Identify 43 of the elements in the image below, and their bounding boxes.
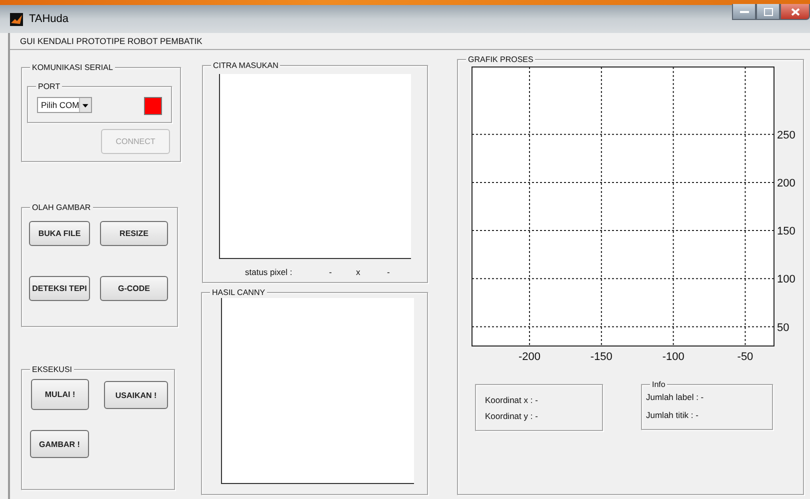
status-separator: x	[356, 267, 362, 277]
x-tick-label: -150	[590, 351, 612, 363]
maximize-icon	[764, 8, 772, 16]
panel-title: Info	[650, 379, 668, 390]
caret-icon	[79, 98, 91, 112]
y-tick-label: 200	[777, 177, 796, 190]
panel-title: GRAFIK PROSES	[466, 54, 536, 65]
action-button[interactable]: G-CODE	[100, 276, 168, 301]
action-button[interactable]: DETEKSI TEPI	[29, 276, 90, 301]
gui-title: GUI KENDALI PROTOTIPE ROBOT PEMBATIK	[20, 36, 202, 46]
minimize-icon	[740, 10, 748, 14]
window-title: TAHuda	[29, 13, 69, 25]
coordinate-label: Koordinat x : -	[485, 394, 539, 404]
panel-title: EKSEKUSI	[30, 364, 74, 375]
action-button[interactable]: BUKA FILE	[29, 221, 90, 246]
panel-title: HASIL CANNY	[210, 287, 268, 298]
action-button[interactable]: RESIZE	[100, 221, 168, 246]
status-value: -	[387, 267, 390, 277]
close-button[interactable]	[780, 4, 810, 20]
info-label: Jumlah titik : -	[646, 410, 700, 420]
action-button[interactable]: MULAI !	[31, 379, 89, 410]
y-tick-label: 100	[777, 274, 796, 286]
y-tick-label: 250	[777, 129, 796, 142]
x-tick-label: -200	[518, 351, 541, 363]
maximize-button[interactable]	[756, 4, 780, 20]
minimize-button[interactable]	[732, 4, 756, 20]
status-value: -	[329, 267, 333, 277]
action-button[interactable]: USAIKAN !	[104, 381, 168, 409]
x-tick-label: -100	[662, 351, 684, 363]
y-tick-label: 50	[777, 322, 790, 334]
info-label: Jumlah label : -	[646, 392, 705, 402]
close-icon	[790, 8, 800, 16]
panel-title: PORT	[36, 81, 62, 92]
x-tick-label: -50	[737, 351, 754, 363]
action-button[interactable]: GAMBAR !	[30, 430, 89, 458]
panel-title: CITRA MASUKAN	[211, 60, 280, 71]
status-label: status pixel :	[245, 267, 294, 277]
panel-title: KOMUNIKASI SERIAL	[30, 62, 115, 73]
panel-title: OLAH GAMBAR	[30, 202, 93, 213]
y-tick-label: 150	[777, 226, 796, 238]
coordinate-label: Koordinat y : -	[485, 410, 539, 420]
port-dropdown[interactable]: Pilih COM	[37, 96, 92, 112]
app-icon	[10, 12, 23, 26]
